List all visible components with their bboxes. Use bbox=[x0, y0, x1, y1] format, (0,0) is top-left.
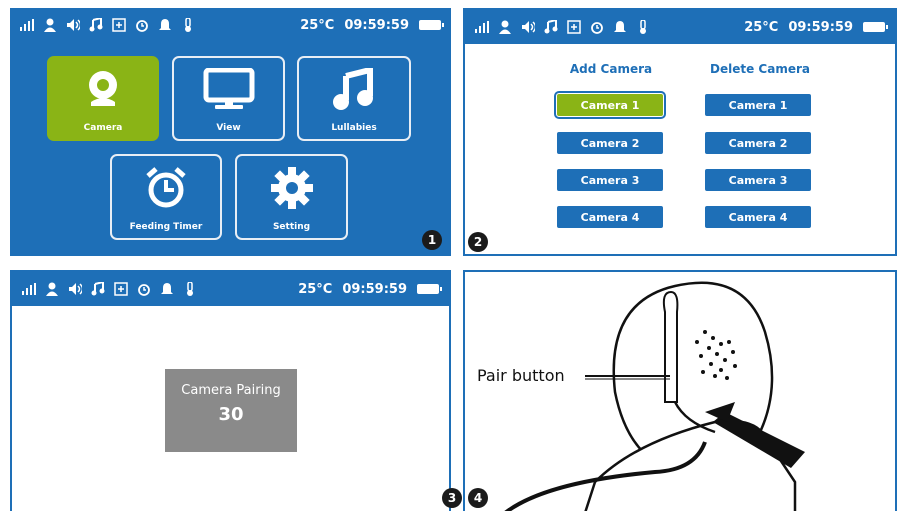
status-bar: 25°C 09:59:59 bbox=[465, 10, 895, 44]
menu-tile-label: Feeding Timer bbox=[129, 222, 203, 232]
vox-icon bbox=[112, 18, 126, 32]
music-icon bbox=[544, 20, 558, 34]
clock-readout: 09:59:59 bbox=[342, 281, 407, 297]
pair-button-callout: Pair button bbox=[477, 366, 565, 385]
add-camera-4-button[interactable]: Camera 4 bbox=[557, 206, 663, 228]
menu-tile-setting[interactable]: Setting bbox=[235, 154, 348, 240]
add-camera-1-button[interactable]: Camera 1 bbox=[554, 91, 666, 119]
camera-user-icon bbox=[498, 20, 512, 34]
bell-icon bbox=[158, 18, 172, 32]
status-bar: 25°C 09:59:59 bbox=[10, 8, 451, 42]
temperature-readout: 25°C bbox=[300, 17, 335, 33]
pairing-dialog: Camera Pairing 30 bbox=[165, 369, 297, 452]
clock-readout: 09:59:59 bbox=[344, 17, 409, 33]
music-note-icon bbox=[333, 68, 373, 110]
menu-tile-label: View bbox=[216, 123, 241, 133]
alarm-icon bbox=[137, 282, 151, 296]
alarm-clock-icon bbox=[146, 167, 186, 208]
camera-back-illustration bbox=[504, 281, 805, 511]
status-bar: 25°C 09:59:59 bbox=[12, 272, 449, 306]
camera-user-icon bbox=[45, 282, 59, 296]
menu-tile-label: Camera bbox=[83, 123, 123, 133]
monitor-icon bbox=[203, 68, 254, 109]
gear-icon bbox=[270, 167, 313, 209]
music-icon bbox=[89, 18, 103, 32]
signal-icon bbox=[475, 20, 489, 34]
temperature-readout: 25°C bbox=[298, 281, 333, 297]
menu-tile-feeding-timer[interactable]: Feeding Timer bbox=[110, 154, 222, 240]
speaker-icon bbox=[66, 18, 80, 32]
delete-camera-1-button[interactable]: Camera 1 bbox=[705, 94, 811, 116]
step-badge: 4 bbox=[468, 488, 488, 508]
bell-icon bbox=[613, 20, 627, 34]
step-badge: 1 bbox=[422, 230, 442, 250]
camera-icon bbox=[89, 71, 117, 106]
main-menu-screen: 25°C 09:59:59 Camera View Lullabies Feed… bbox=[10, 8, 451, 256]
add-camera-heading: Add Camera bbox=[569, 62, 653, 76]
delete-camera-2-button[interactable]: Camera 2 bbox=[705, 132, 811, 154]
add-camera-2-button[interactable]: Camera 2 bbox=[557, 132, 663, 154]
thermometer-icon bbox=[181, 18, 195, 32]
pairing-label: Camera Pairing bbox=[181, 383, 281, 398]
camera-user-icon bbox=[43, 18, 57, 32]
thermometer-icon bbox=[636, 20, 650, 34]
camera-pair-illustration: Pair button bbox=[463, 270, 897, 511]
camera-pairing-screen: 25°C 09:59:59 Camera Pairing 30 bbox=[10, 270, 451, 511]
battery-icon bbox=[863, 22, 888, 32]
menu-tile-camera[interactable]: Camera bbox=[47, 56, 159, 141]
speaker-icon bbox=[521, 20, 535, 34]
menu-tile-lullabies[interactable]: Lullabies bbox=[297, 56, 411, 141]
vox-icon bbox=[114, 282, 128, 296]
menu-tile-label: Lullabies bbox=[331, 123, 377, 133]
clock-readout: 09:59:59 bbox=[788, 19, 853, 35]
vox-icon bbox=[567, 20, 581, 34]
thermometer-icon bbox=[183, 282, 197, 296]
alarm-icon bbox=[590, 20, 604, 34]
delete-camera-heading: Delete Camera bbox=[710, 62, 810, 76]
bell-icon bbox=[160, 282, 174, 296]
battery-icon bbox=[417, 284, 442, 294]
menu-tile-view[interactable]: View bbox=[172, 56, 285, 141]
music-icon bbox=[91, 282, 105, 296]
step-badge: 2 bbox=[468, 232, 488, 252]
camera-management-screen: 25°C 09:59:59 Add Camera Delete Camera C… bbox=[463, 8, 897, 256]
alarm-icon bbox=[135, 18, 149, 32]
temperature-readout: 25°C bbox=[744, 19, 779, 35]
battery-icon bbox=[419, 20, 444, 30]
pairing-countdown: 30 bbox=[218, 404, 244, 425]
step-badge: 3 bbox=[442, 488, 462, 508]
speaker-icon bbox=[68, 282, 82, 296]
menu-tile-label: Setting bbox=[272, 222, 311, 232]
signal-icon bbox=[22, 282, 36, 296]
delete-camera-3-button[interactable]: Camera 3 bbox=[705, 169, 811, 191]
delete-camera-4-button[interactable]: Camera 4 bbox=[705, 206, 811, 228]
add-camera-3-button[interactable]: Camera 3 bbox=[557, 169, 663, 191]
signal-icon bbox=[20, 18, 34, 32]
